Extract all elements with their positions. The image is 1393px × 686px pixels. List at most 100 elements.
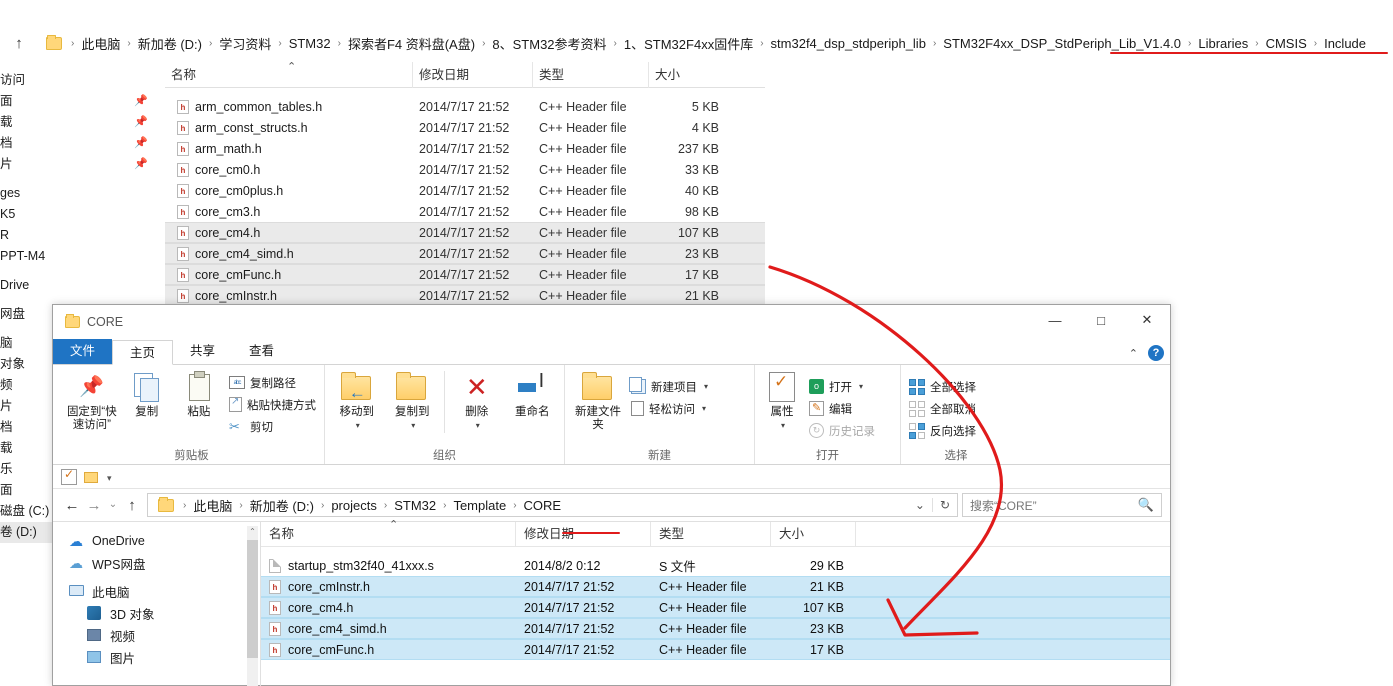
background-column-headers[interactable]: 名称 ⌃ 修改日期 类型 大小 bbox=[165, 61, 765, 88]
up-button[interactable]: ↑ bbox=[121, 498, 143, 513]
back-button[interactable]: ← bbox=[61, 498, 83, 513]
column-header-size[interactable]: 大小 bbox=[771, 521, 856, 547]
invert-selection-button[interactable]: 反向选择 bbox=[905, 421, 980, 440]
table-row[interactable]: h core_cmInstr.h 2014/7/17 21:52 C++ Header… bbox=[165, 285, 765, 306]
scrollbar-thumb[interactable] bbox=[247, 540, 258, 658]
foreground-address-row[interactable]: ← → ⌄ ↑ › 此电脑 › 新加卷 (D:) › projects › ST… bbox=[53, 489, 1170, 521]
table-row[interactable]: h core_cm4_simd.h 2014/7/17 21:52 C++ Heade… bbox=[165, 243, 765, 264]
tab-view[interactable]: 查看 bbox=[232, 339, 291, 364]
ribbon[interactable]: 📌 固定到“快速访问” 复制 粘贴 abc 复制路径 ↗ 粘贴快捷方式 ✂ 剪切… bbox=[53, 365, 1170, 465]
file-name-cell[interactable]: h core_cm4.h bbox=[261, 600, 516, 615]
copy-to-button[interactable]: 复制到 ▾ bbox=[385, 371, 441, 432]
chevron-down-icon[interactable]: ▾ bbox=[859, 382, 863, 391]
nav-item[interactable]: K5 bbox=[0, 204, 160, 225]
nav-item-3d-objects[interactable]: 3D 对象 bbox=[53, 602, 260, 624]
file-name-cell[interactable]: h core_cm3.h bbox=[165, 204, 413, 219]
recent-locations-button[interactable]: ⌄ bbox=[105, 500, 121, 510]
breadcrumb-crumb-0[interactable]: 此电脑 bbox=[79, 34, 122, 53]
breadcrumb-crumb-8[interactable]: STM32F4xx_DSP_StdPeriph_Lib_V1.4.0 bbox=[941, 36, 1183, 51]
search-icon[interactable]: 🔍 bbox=[1138, 497, 1154, 513]
properties-qat-icon[interactable] bbox=[61, 467, 77, 485]
select-none-button[interactable]: 全部取消 bbox=[905, 399, 980, 418]
table-row[interactable]: h core_cm3.h 2014/7/17 21:52 C++ Header fil… bbox=[165, 201, 765, 222]
file-name-cell[interactable]: h core_cm0plus.h bbox=[165, 183, 413, 198]
pin-to-quick-access-button[interactable]: 📌 固定到“快速访问” bbox=[63, 371, 121, 432]
maximize-button[interactable]: □ bbox=[1078, 305, 1124, 335]
file-name-cell[interactable]: h arm_const_structs.h bbox=[165, 120, 413, 135]
nav-item[interactable]: PPT-M4 bbox=[0, 246, 160, 267]
file-name-cell[interactable]: h core_cm4.h bbox=[165, 225, 413, 240]
open-button[interactable]: o 打开 ▾ bbox=[805, 377, 879, 396]
table-row[interactable]: h core_cm4.h 2014/7/17 21:52 C++ Header fil… bbox=[261, 597, 1170, 618]
address-tail[interactable]: ⌄ ↻ bbox=[908, 498, 957, 512]
window-controls[interactable]: — □ ✕ bbox=[1032, 305, 1170, 335]
nav-item-pictures[interactable]: 图片 bbox=[53, 646, 260, 668]
properties-button[interactable]: 属性 ▾ bbox=[759, 371, 805, 432]
nav-item[interactable]: ges bbox=[0, 183, 160, 204]
breadcrumb-crumb-10[interactable]: CMSIS bbox=[1264, 36, 1309, 51]
file-name-cell[interactable]: h core_cm4_simd.h bbox=[261, 621, 516, 636]
file-name-cell[interactable]: h core_cmFunc.h bbox=[261, 642, 516, 657]
file-name-cell[interactable]: h core_cm4_simd.h bbox=[165, 246, 413, 261]
easy-access-button[interactable]: 轻松访问 ▾ bbox=[627, 399, 712, 418]
rename-button[interactable]: 重命名 bbox=[504, 371, 560, 419]
address-crumb-3[interactable]: STM32 bbox=[392, 498, 438, 513]
breadcrumb-crumb-1[interactable]: 新加卷 (D:) bbox=[136, 34, 204, 53]
address-breadcrumb[interactable]: › 此电脑 › 新加卷 (D:) › projects › STM32 › Te… bbox=[147, 493, 958, 517]
column-header-date[interactable]: 修改日期 bbox=[413, 61, 533, 88]
tab-share[interactable]: 共享 bbox=[173, 339, 232, 364]
address-crumb-2[interactable]: projects bbox=[329, 498, 379, 513]
column-header-type[interactable]: 类型 bbox=[533, 61, 649, 88]
chevron-down-icon[interactable]: ▾ bbox=[476, 419, 480, 432]
nav-item[interactable]: 📌 载 bbox=[0, 112, 160, 133]
foreground-explorer-window[interactable]: CORE — □ ✕ 文件 主页 共享 查看 ⌃ ? 📌 固定到“快速访问” 复… bbox=[52, 304, 1171, 686]
paste-shortcut-button[interactable]: 粘贴快捷方式 bbox=[225, 395, 320, 414]
collapse-ribbon-icon[interactable]: ⌃ bbox=[1129, 347, 1138, 360]
column-header-date[interactable]: 修改日期 bbox=[516, 521, 651, 547]
table-row[interactable]: startup_stm32f40_41xxx.s 2014/8/2 0:12 S 文… bbox=[261, 555, 1170, 576]
table-row[interactable]: h arm_math.h 2014/7/17 21:52 C++ Header fil… bbox=[165, 138, 765, 159]
breadcrumb-crumb-7[interactable]: stm32f4_dsp_stdperiph_lib bbox=[769, 36, 928, 51]
table-row[interactable]: h arm_common_tables.h 2014/7/17 21:52 C++ H… bbox=[165, 96, 765, 117]
tab-home[interactable]: 主页 bbox=[112, 340, 174, 365]
table-row[interactable]: h core_cm0.h 2014/7/17 21:52 C++ Header fil… bbox=[165, 159, 765, 180]
nav-item-this-pc[interactable]: 此电脑 bbox=[53, 580, 260, 602]
table-row[interactable]: h core_cmFunc.h 2014/7/17 21:52 C++ Header … bbox=[165, 264, 765, 285]
customize-qat-icon[interactable]: ▾ bbox=[107, 469, 123, 485]
column-header-type[interactable]: 类型 bbox=[651, 521, 771, 547]
help-icon[interactable]: ? bbox=[1148, 345, 1164, 361]
column-header-name[interactable]: 名称 ⌃ bbox=[261, 519, 516, 547]
breadcrumb-crumb-3[interactable]: STM32 bbox=[287, 36, 333, 51]
address-crumb-5[interactable]: CORE bbox=[522, 498, 564, 513]
nav-item-onedrive[interactable]: ☁ OneDrive bbox=[53, 530, 260, 552]
new-item-button[interactable]: 新建项目 ▾ bbox=[627, 377, 712, 396]
nav-item[interactable]: 访问 bbox=[0, 70, 160, 91]
file-name-cell[interactable]: h core_cmFunc.h bbox=[165, 267, 413, 282]
breadcrumb-crumb-9[interactable]: Libraries bbox=[1196, 36, 1250, 51]
cut-button[interactable]: ✂ 剪切 bbox=[225, 417, 320, 436]
nav-item[interactable]: 📌 档 bbox=[0, 133, 160, 154]
forward-button[interactable]: → bbox=[83, 498, 105, 513]
file-name-cell[interactable]: h arm_common_tables.h bbox=[165, 99, 413, 114]
table-row[interactable]: h arm_const_structs.h 2014/7/17 21:52 C++ H… bbox=[165, 117, 765, 138]
nav-item[interactable]: 📌 片 bbox=[0, 154, 160, 175]
file-name-cell[interactable]: startup_stm32f40_41xxx.s bbox=[261, 558, 516, 573]
chevron-down-icon[interactable]: ▾ bbox=[704, 382, 708, 391]
move-to-button[interactable]: ← 移动到 ▾ bbox=[329, 371, 385, 432]
new-folder-qat-icon[interactable] bbox=[84, 469, 100, 485]
up-arrow-icon[interactable]: ↑ bbox=[8, 36, 30, 51]
table-row[interactable]: h core_cmFunc.h 2014/7/17 21:52 C++ Header … bbox=[261, 639, 1170, 660]
refresh-icon[interactable]: ↻ bbox=[931, 498, 957, 512]
chevron-down-icon[interactable]: ▾ bbox=[411, 419, 415, 432]
file-name-cell[interactable]: h core_cmInstr.h bbox=[165, 288, 413, 303]
copy-button[interactable]: 复制 bbox=[121, 371, 173, 419]
table-row[interactable]: h core_cm0plus.h 2014/7/17 21:52 C++ Header… bbox=[165, 180, 765, 201]
search-box[interactable]: 搜索“CORE” 🔍 bbox=[962, 493, 1162, 517]
chevron-down-icon[interactable]: ▾ bbox=[356, 419, 360, 432]
breadcrumb-crumb-4[interactable]: 探索者F4 资料盘(A盘) bbox=[346, 34, 477, 53]
address-dropdown-icon[interactable]: ⌄ bbox=[908, 498, 932, 512]
chevron-down-icon[interactable]: ▾ bbox=[781, 419, 785, 432]
nav-item[interactable]: R bbox=[0, 225, 160, 246]
delete-button[interactable]: ✕ 删除 ▾ bbox=[449, 371, 505, 432]
select-all-button[interactable]: 全部选择 bbox=[905, 377, 980, 396]
